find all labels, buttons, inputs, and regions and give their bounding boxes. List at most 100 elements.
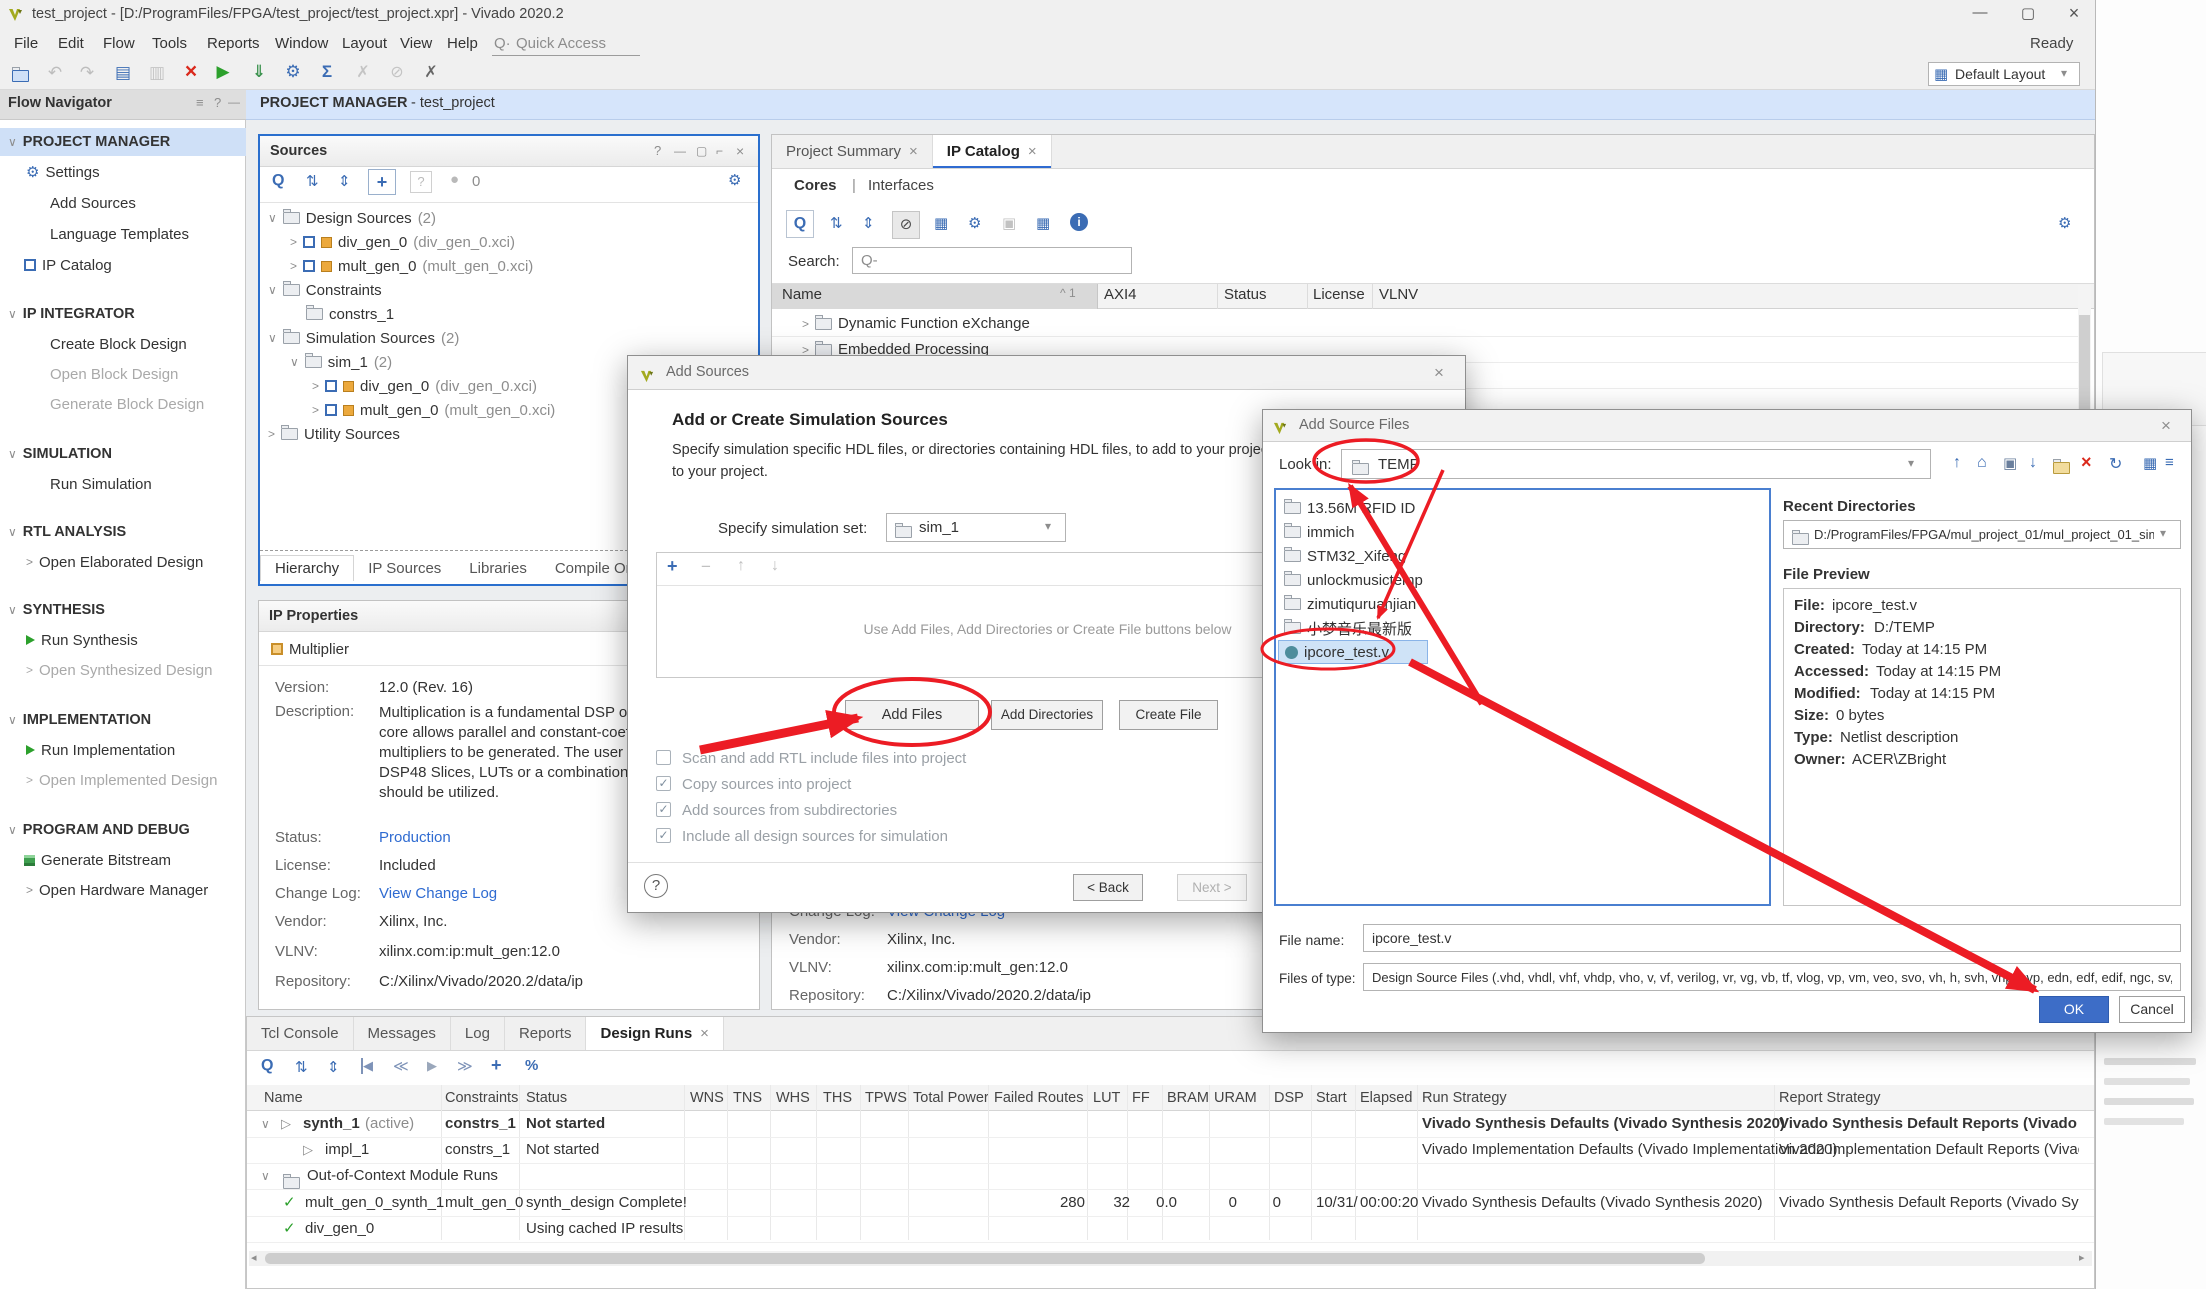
add-source-files-titlebar[interactable]: Add Source Files × — [1263, 410, 2191, 442]
tree-row-design-sources[interactable]: ∨ Design Sources (2) — [260, 206, 762, 230]
add-sources-icon[interactable]: + — [368, 169, 396, 195]
col-dsp[interactable]: DSP — [1274, 1085, 1304, 1111]
tab-libraries[interactable]: Libraries — [455, 556, 541, 581]
chevron-right-icon[interactable]: > — [802, 317, 809, 331]
run-row-ooc-group[interactable]: ∨ Out-of-Context Module Runs — [247, 1163, 2094, 1190]
paste-icon[interactable]: ▥ — [146, 63, 168, 83]
col-elapsed[interactable]: Elapsed — [1360, 1085, 1412, 1111]
collapse-all-icon[interactable]: ⇅ — [306, 172, 319, 190]
tab-ip-catalog[interactable]: IP Catalog × — [933, 135, 1052, 168]
tab-ip-sources[interactable]: IP Sources — [354, 556, 455, 581]
new-folder-icon[interactable] — [2053, 459, 2070, 476]
flow-section-rtl-analysis[interactable]: ∨ RTL ANALYSIS — [0, 520, 254, 544]
tab-design-runs[interactable]: Design Runs × — [586, 1017, 723, 1050]
list-view-icon[interactable]: ≡ — [2165, 454, 2174, 471]
stop-icon[interactable]: × — [180, 60, 202, 84]
chevron-right-icon[interactable]: > — [312, 379, 319, 393]
fast-forward-icon[interactable]: ≫ — [457, 1057, 473, 1075]
tab-project-summary[interactable]: Project Summary × — [772, 135, 933, 168]
maximize-button[interactable]: ▢ — [2008, 4, 2048, 22]
expand-all-icon[interactable]: ⇕ — [862, 214, 875, 232]
col-failed-routes[interactable]: Failed Routes — [994, 1085, 1083, 1111]
ip-search-input[interactable]: Q- — [852, 247, 1132, 274]
flow-item-open-elaborated-design[interactable]: > Open Elaborated Design — [0, 550, 272, 574]
file-row[interactable]: 小梦音乐最新版 — [1276, 616, 1774, 640]
grid-view-icon[interactable]: ▦ — [2143, 454, 2157, 472]
dialog-close-icon[interactable]: × — [2161, 410, 2171, 441]
col-whs[interactable]: WHS — [776, 1085, 810, 1111]
flow-section-ip-integrator[interactable]: ∨ IP INTEGRATOR — [0, 302, 254, 326]
chip-icon[interactable]: ▦ — [1036, 214, 1050, 232]
menu-flow[interactable]: Flow — [103, 35, 135, 52]
flow-item-run-implementation[interactable]: Run Implementation — [0, 738, 272, 762]
flow-section-synthesis[interactable]: ∨ SYNTHESIS — [0, 598, 254, 622]
col-total-power[interactable]: Total Power — [913, 1085, 989, 1111]
tab-messages[interactable]: Messages — [354, 1017, 451, 1050]
chevron-down-icon[interactable]: ∨ — [261, 1111, 270, 1137]
flow-help-icon[interactable]: ? — [214, 95, 221, 110]
flow-section-simulation[interactable]: ∨ SIMULATION — [0, 442, 254, 466]
menu-layout[interactable]: Layout — [342, 35, 387, 52]
copy-sources-checkbox[interactable]: ✓ — [656, 776, 671, 791]
file-row-selected[interactable]: ipcore_test.v — [1278, 640, 1428, 664]
file-row[interactable]: STM32_Xifeng — [1276, 544, 1774, 568]
search-icon[interactable]: Q — [786, 210, 814, 238]
quick-access-input[interactable]: Q· Quick Access — [492, 33, 640, 56]
redo-icon[interactable]: ↷ — [76, 63, 98, 83]
col-run-strategy[interactable]: Run Strategy — [1422, 1085, 1507, 1111]
column-axi4[interactable]: AXI4 — [1104, 286, 1137, 303]
col-name[interactable]: Name — [264, 1085, 303, 1111]
run-icon[interactable]: ▶ — [427, 1058, 437, 1074]
column-license[interactable]: License — [1313, 286, 1365, 303]
add-repository-icon[interactable]: ▦ — [934, 214, 948, 232]
column-vlnv[interactable]: VLNV — [1379, 286, 1418, 303]
col-ff[interactable]: FF — [1132, 1085, 1150, 1111]
tree-row-div-gen[interactable]: > div_gen_0 (div_gen_0.xci) — [260, 230, 784, 254]
run-row-div-gen[interactable]: ✓ div_gen_0 Using cached IP results — [247, 1216, 2094, 1243]
look-in-select[interactable]: TEMP ▾ — [1341, 449, 1931, 479]
col-tns[interactable]: TNS — [733, 1085, 762, 1111]
expand-all-icon[interactable]: ⇕ — [327, 1058, 340, 1076]
files-of-type-select[interactable]: Design Source Files (.vhd, vhdl, vhf, vh… — [1363, 963, 2181, 991]
col-start[interactable]: Start — [1316, 1085, 1347, 1111]
help-icon[interactable]: ? — [644, 874, 668, 898]
col-report-strategy[interactable]: Report Strategy — [1779, 1085, 1881, 1111]
ok-button[interactable]: OK — [2039, 996, 2109, 1023]
include-design-sources-checkbox[interactable]: ✓ — [656, 828, 671, 843]
settings-toolbar-icon[interactable]: ⚙ — [282, 62, 304, 82]
chevron-down-icon[interactable]: ∨ — [268, 331, 277, 345]
scroll-right-icon[interactable]: ▸ — [2079, 1251, 2085, 1264]
file-row[interactable]: immich — [1276, 520, 1774, 544]
add-sources-titlebar[interactable]: Add Sources × — [628, 356, 1465, 390]
status-link[interactable]: Production — [379, 829, 451, 846]
chevron-down-icon[interactable]: ∨ — [261, 1163, 270, 1189]
refresh-icon[interactable]: ↻ — [2109, 454, 2122, 474]
menu-help[interactable]: Help — [447, 35, 478, 52]
flow-item-open-implemented-design[interactable]: > Open Implemented Design — [0, 768, 272, 792]
scrollbar-thumb[interactable] — [265, 1253, 1705, 1264]
add-directories-button[interactable]: Add Directories — [991, 700, 1103, 730]
flow-section-project-manager[interactable]: ∨ PROJECT MANAGER — [0, 128, 246, 156]
save-icon[interactable]: ▤ — [112, 63, 134, 83]
file-row[interactable]: zimutiquruanjian — [1276, 592, 1774, 616]
minimize-button[interactable]: — — [1960, 4, 2000, 21]
file-name-input[interactable]: ipcore_test.v — [1363, 924, 2181, 952]
tab-close-icon[interactable]: × — [1028, 143, 1037, 160]
chevron-down-icon[interactable]: ∨ — [290, 355, 299, 369]
flow-item-run-synthesis[interactable]: Run Synthesis — [0, 628, 272, 652]
chevron-down-icon[interactable]: ∨ — [268, 283, 277, 297]
menu-window[interactable]: Window — [275, 35, 328, 52]
col-constraints[interactable]: Constraints — [445, 1085, 518, 1111]
flow-item-open-hardware-manager[interactable]: > Open Hardware Manager — [0, 878, 272, 902]
panel-maximize-icon[interactable]: ▢ — [696, 136, 707, 166]
tab-close-icon[interactable]: × — [700, 1025, 709, 1042]
panel-close-icon[interactable]: × — [736, 136, 744, 166]
up-directory-icon[interactable]: ↑ — [1953, 454, 1961, 472]
layout-select[interactable]: ▦ Default Layout ▾ — [1928, 62, 2080, 86]
tree-row-constraints[interactable]: ∨ Constraints — [260, 278, 762, 302]
flow-item-open-synthesized-design[interactable]: > Open Synthesized Design — [0, 658, 272, 682]
step-icon[interactable]: ⇓ — [248, 62, 270, 82]
search-icon[interactable]: Q — [261, 1057, 273, 1075]
tree-row-simulation-sources[interactable]: ∨ Simulation Sources (2) — [260, 326, 762, 350]
undo-icon[interactable]: ↶ — [44, 63, 66, 83]
